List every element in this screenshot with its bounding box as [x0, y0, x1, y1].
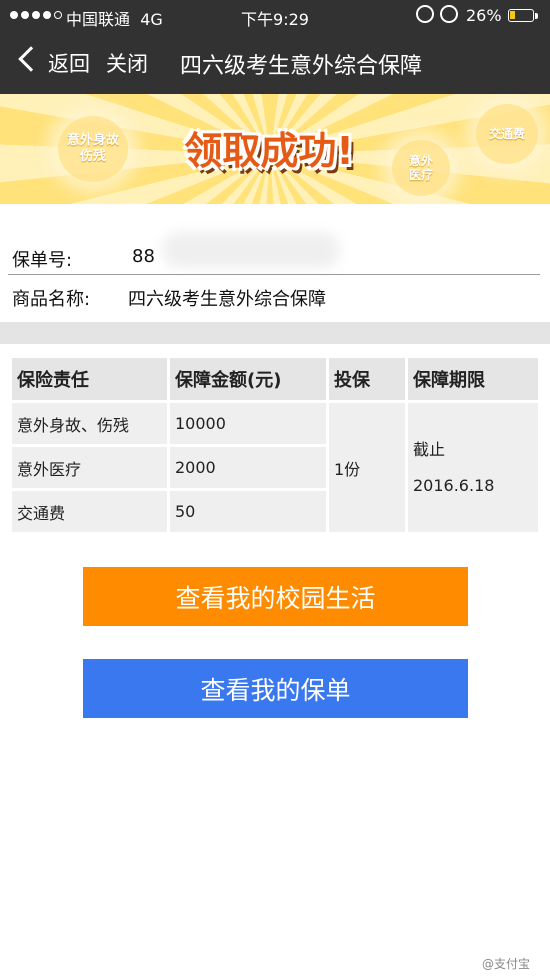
- table-header: 保险责任: [12, 358, 167, 400]
- table-header: 保障金额(元): [170, 358, 326, 400]
- table-cell-quantity: 1份: [329, 403, 405, 532]
- alarm-clock-icon: [440, 5, 458, 23]
- redaction-blur: [162, 232, 340, 268]
- status-bar: 中国联通 4G 下午9:29 26%: [0, 0, 550, 30]
- product-name-value: 四六级考生意外综合保障: [128, 289, 326, 310]
- period-label: 截止: [413, 439, 446, 459]
- battery-tip: [535, 13, 538, 19]
- view-campus-life-button[interactable]: 查看我的校园生活: [83, 567, 468, 626]
- divider: [8, 274, 540, 275]
- table-header: 保障期限: [408, 358, 538, 400]
- period-date: 2016.6.18: [413, 475, 495, 495]
- watermark: @支付宝: [482, 957, 531, 971]
- banner-tag-text: 交通费: [488, 126, 525, 141]
- rotation-lock-icon: [416, 5, 434, 23]
- policy-number-value: 88: [132, 246, 155, 267]
- banner-tag-accident-death: 意外身故伤残: [58, 116, 128, 182]
- back-arrow-icon[interactable]: [18, 46, 44, 72]
- banner-tag-medical: 意外医疗: [392, 140, 450, 196]
- battery-icon: [508, 9, 534, 22]
- table-cell-period: 截止 2016.6.18: [408, 403, 538, 532]
- success-banner: 意外身故伤残 领取成功! 意外医疗 交通费: [0, 94, 550, 204]
- back-button[interactable]: 返回: [48, 48, 90, 78]
- table-cell-amount: 2000: [170, 447, 326, 488]
- page-title: 四六级考生意外综合保障: [180, 54, 423, 79]
- banner-title: 领取成功!: [184, 128, 354, 173]
- banner-tag-text: 意外身故伤残: [66, 133, 119, 164]
- section-separator: [0, 322, 550, 344]
- battery-percent: 26%: [466, 6, 502, 25]
- top-bar: 中国联通 4G 下午9:29 26% 返回 关闭 四六级考生意外综合保障: [0, 0, 550, 94]
- banner-tag-transport: 交通费: [476, 104, 538, 164]
- close-button[interactable]: 关闭: [106, 48, 148, 78]
- view-my-policy-button[interactable]: 查看我的保单: [83, 659, 468, 718]
- navigation-bar: 返回 关闭 四六级考生意外综合保障: [0, 36, 550, 88]
- table-cell-item: 交通费: [12, 491, 167, 532]
- battery-fill: [510, 11, 515, 19]
- table-header: 投保: [329, 358, 405, 400]
- banner-tag-text: 意外医疗: [408, 153, 433, 182]
- table-cell-item: 意外医疗: [12, 447, 167, 488]
- table-cell-amount: 50: [170, 491, 326, 532]
- policy-number-label: 保单号:: [12, 250, 73, 271]
- table-cell-item: 意外身故、伤残: [12, 403, 167, 444]
- product-name-label: 商品名称:: [12, 289, 91, 310]
- table-cell-amount: 10000: [170, 403, 326, 444]
